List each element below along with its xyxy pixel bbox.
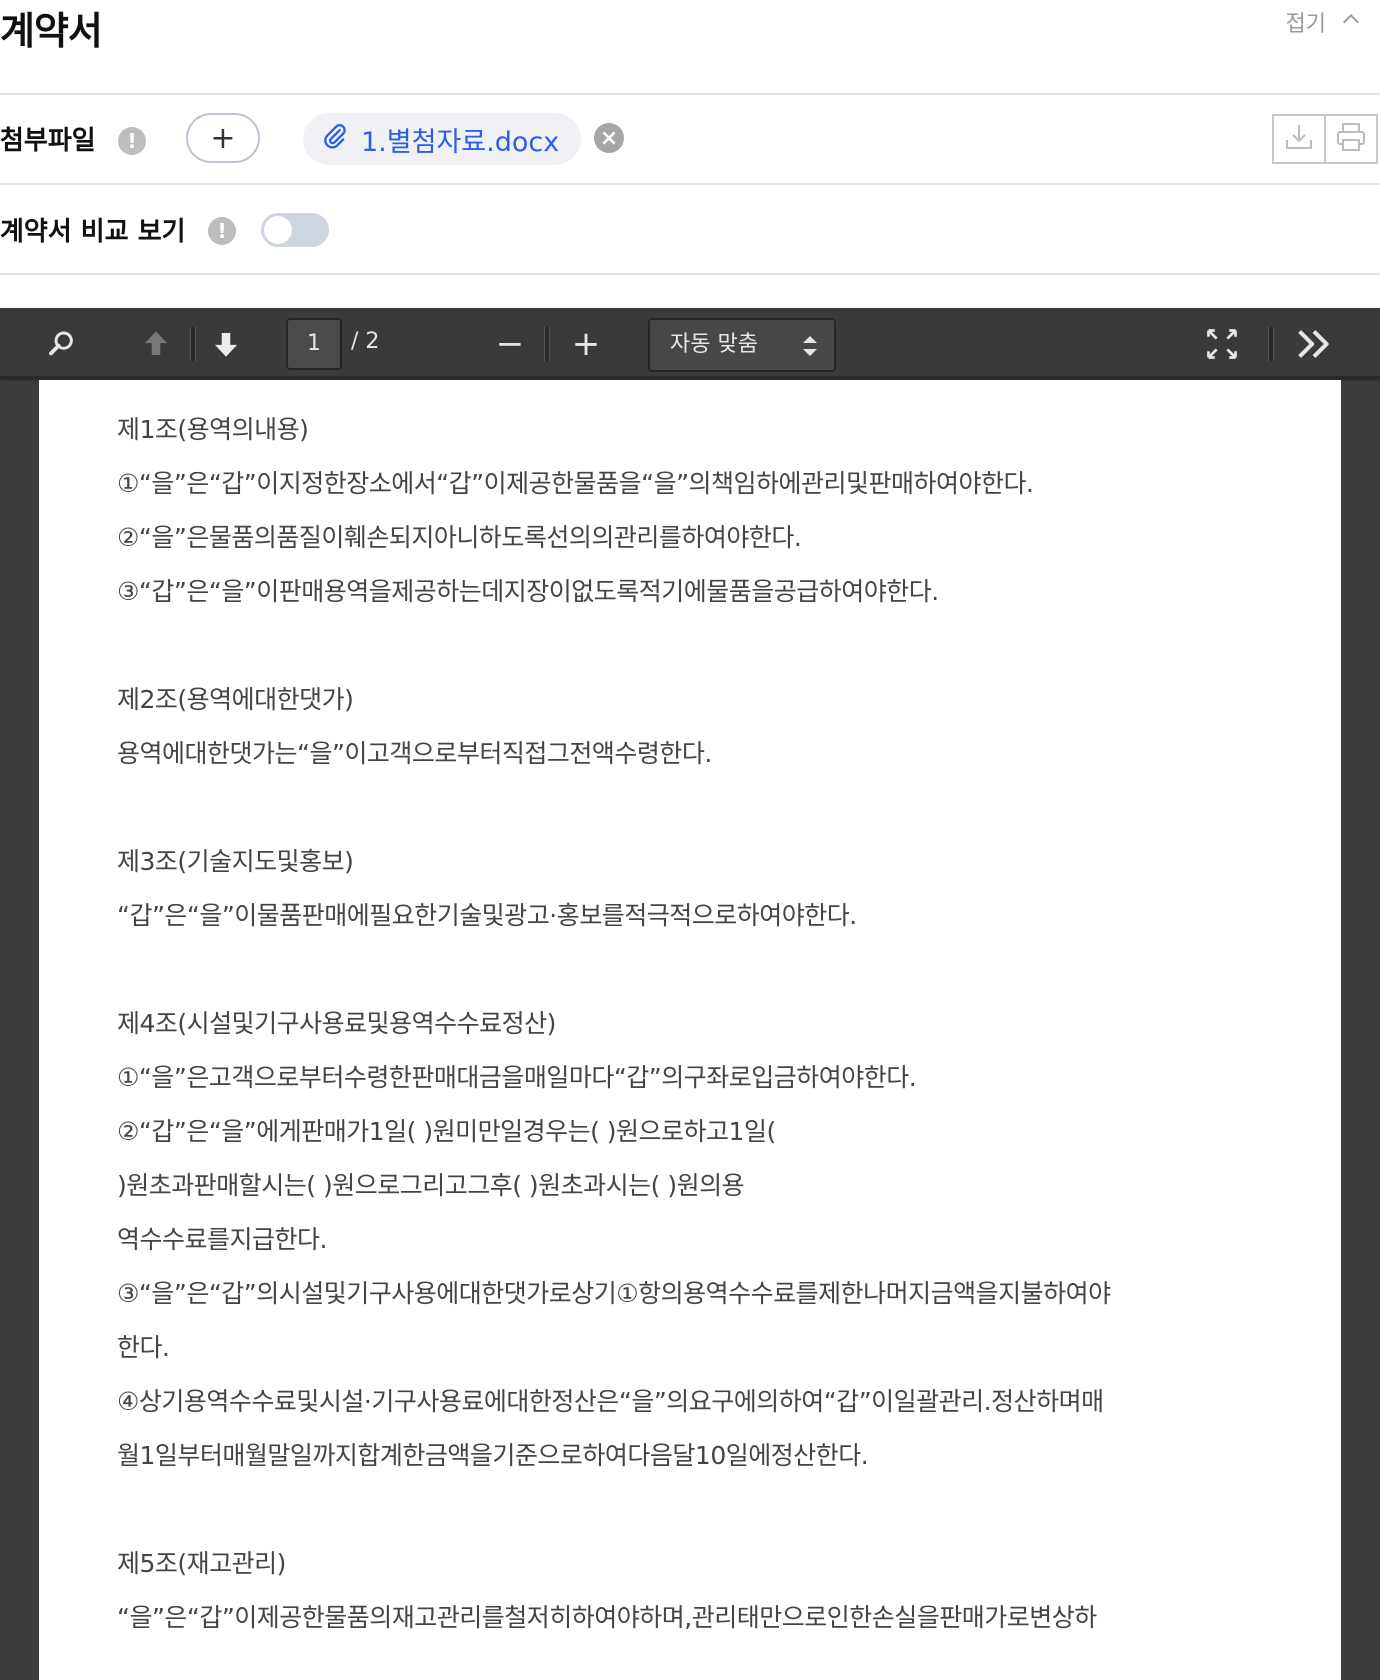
page-down-icon[interactable] (206, 324, 246, 364)
pdf-viewer: 1 / 2 − + 자동 맞춤 제1조(용역의내용) ①“을”은“갑”이지정한장소… (0, 308, 1380, 1680)
zoom-select[interactable]: 자동 맞춤 (648, 318, 836, 372)
page-total: / 2 (351, 329, 380, 354)
compare-label: 계약서 비교 보기 (0, 217, 186, 247)
more-icon[interactable] (1292, 324, 1336, 364)
zoom-select-value: 자동 맞춤 (670, 332, 758, 357)
page-up-icon[interactable] (136, 324, 176, 364)
paperclip-icon (321, 122, 349, 157)
document-page: 제1조(용역의내용) ①“을”은“갑”이지정한장소에서“갑”이제공한물품을“을”의… (39, 380, 1341, 1680)
document-line: ①“을”은고객으로부터수령한판매대금을매일마다“갑”의구좌로입금하여야한다. (117, 1063, 917, 1092)
chevron-up-icon (1340, 8, 1362, 36)
divider (0, 273, 1380, 275)
document-line: ③“갑”은“을”이판매용역을제공하는데지장이없도록적기에물품을공급하여야한다. (117, 577, 939, 606)
print-icon (1334, 120, 1368, 158)
document-line: ③“을”은“갑”의시설및기구사용에대한댓가로상기①항의용역수수료를제한나머지금액… (117, 1279, 1111, 1308)
divider (0, 93, 1380, 95)
document-line: ②“갑”은“을”에게판매가1일( )원미만일경우는( )원으로하고1일( (117, 1117, 776, 1146)
document-line: 한다. (117, 1333, 170, 1362)
document-line: )원초과판매할시는( )원으로그리고그후( )원초과시는( )원의용 (117, 1171, 745, 1200)
document-line: 제1조(용역의내용) (117, 415, 309, 444)
zoom-in-button[interactable]: + (566, 324, 606, 364)
info-icon[interactable]: ! (118, 127, 146, 155)
attachment-file-name: 1.별첨자료.docx (361, 126, 560, 158)
document-line: 제3조(기술지도및홍보) (117, 847, 354, 876)
document-line: 용역에대한댓가는“을”이고객으로부터직접그전액수령한다. (117, 739, 712, 768)
divider (0, 183, 1380, 185)
page-number-input[interactable]: 1 (286, 318, 342, 370)
document-line: 역수수료를지급한다. (117, 1225, 327, 1254)
toolbar-separator (1268, 327, 1274, 361)
document-line: ④상기용역수수료및시설·기구사용료에대한정산은“을”의요구에의하여“갑”이일괄관… (117, 1387, 1104, 1416)
document-line: “갑”은“을”이물품판매에필요한기술및광고·홍보를적극적으로하여야한다. (117, 901, 857, 930)
zoom-out-button[interactable]: − (490, 324, 530, 364)
fullscreen-icon[interactable] (1202, 324, 1242, 364)
document-line: “을”은“갑”이제공한물품의재고관리를철저히하여야하며,관리태만으로인한손실을판… (117, 1603, 1097, 1632)
add-file-button[interactable]: + (186, 113, 260, 163)
document-line: 월1일부터매월말일까지합계한금액을기준으로하여다음달10일에정산한다. (117, 1441, 869, 1470)
document-line: ①“을”은“갑”이지정한장소에서“갑”이제공한물품을“을”의책임하에관리및판매하… (117, 469, 1034, 498)
search-icon[interactable] (42, 324, 82, 364)
compare-toggle[interactable] (261, 213, 329, 247)
toolbar-separator (190, 327, 196, 361)
document-line: 제5조(재고관리) (117, 1549, 286, 1578)
collapse-label: 접기 (1285, 12, 1326, 37)
document-line: ②“을”은물품의품질이훼손되지아니하도록선의의관리를하여야한다. (117, 523, 802, 552)
info-icon[interactable]: ! (208, 217, 236, 245)
page-title: 계약서 (0, 9, 103, 53)
download-button[interactable] (1272, 114, 1326, 164)
toggle-knob (264, 216, 292, 244)
select-arrows-icon (803, 336, 817, 356)
remove-file-button[interactable]: × (594, 123, 624, 153)
document-line: 제4조(시설및기구사용료및용역수수료정산) (117, 1009, 556, 1038)
attachment-label: 첨부파일 (0, 126, 96, 156)
attachment-file-chip[interactable]: 1.별첨자료.docx (303, 113, 581, 165)
viewer-toolbar: 1 / 2 − + 자동 맞춤 (0, 308, 1380, 378)
print-button[interactable] (1324, 114, 1378, 164)
toolbar-separator (544, 327, 550, 361)
collapse-button[interactable]: 접기 (1286, 6, 1362, 38)
download-icon (1282, 120, 1316, 158)
document-line: 제2조(용역에대한댓가) (117, 685, 354, 714)
